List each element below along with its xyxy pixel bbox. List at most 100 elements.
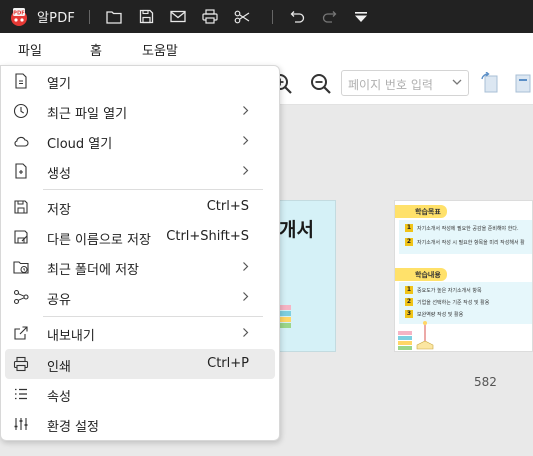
chevron-right-icon bbox=[243, 166, 249, 175]
menu-item-open-label: 열기 bbox=[47, 77, 71, 92]
page1-title: 개서 bbox=[279, 219, 314, 241]
titlebar-divider bbox=[89, 9, 91, 24]
save-as-icon bbox=[14, 230, 28, 244]
section2-item-2: 2 기업을 선택하는 기준 작성 및 활용 bbox=[405, 298, 490, 306]
menu-item-print[interactable]: 인쇄 Ctrl+P bbox=[5, 349, 275, 379]
titlebar-divider-2 bbox=[272, 9, 274, 24]
page-number-input[interactable]: 페이지 번호 입력 bbox=[341, 70, 469, 96]
list-icon bbox=[15, 388, 27, 400]
page-layout-icon bbox=[515, 74, 531, 93]
menu-item-preferences[interactable]: 환경 설정 bbox=[5, 409, 275, 439]
menu-item-create-label: 생성 bbox=[47, 167, 71, 182]
zoom-out-icon bbox=[311, 74, 331, 94]
redo-icon bbox=[322, 11, 337, 23]
mail-icon bbox=[170, 10, 186, 23]
menu-item-save[interactable]: 저장 Ctrl+S bbox=[5, 192, 275, 222]
chevron-right-icon bbox=[243, 106, 249, 115]
dropdown-triangle-icon bbox=[355, 11, 368, 22]
clock-icon bbox=[13, 103, 29, 119]
app-name: 알PDF bbox=[37, 11, 76, 26]
menu-item-properties-label: 속성 bbox=[47, 390, 71, 405]
menu-item-recent-files-label: 최근 파일 열기 bbox=[47, 107, 128, 122]
section1-item-1-text: 자기소개서 작성에 필요한 공감을 준비해야 한다. bbox=[417, 225, 519, 232]
menu-item-export[interactable]: 내보내기 bbox=[5, 318, 275, 348]
undo-icon bbox=[290, 11, 304, 23]
chevron-right-icon bbox=[243, 262, 249, 271]
section2-item-1: 1 중요도가 높은 자기소개서 항목 bbox=[405, 286, 482, 294]
zoom-out-button[interactable] bbox=[310, 73, 332, 99]
cloud-icon bbox=[14, 136, 29, 147]
redo-button[interactable] bbox=[320, 8, 338, 26]
menu-item-share[interactable]: 공유 bbox=[5, 282, 275, 312]
quick-save-button[interactable] bbox=[137, 8, 155, 26]
menu-item-share-label: 공유 bbox=[47, 293, 71, 308]
menu-item-export-label: 내보내기 bbox=[47, 329, 95, 344]
menu-item-save-label: 저장 bbox=[47, 203, 71, 218]
email-button[interactable] bbox=[169, 8, 187, 26]
menu-item-print-shortcut: Ctrl+P bbox=[207, 356, 249, 371]
folder-clock-icon bbox=[13, 261, 29, 274]
section1-item-2-text: 자기소개서 작성 시 필요한 항목을 미리 작성해서 활 bbox=[417, 239, 525, 246]
page-tool-button[interactable] bbox=[513, 72, 533, 94]
print-icon bbox=[13, 356, 29, 372]
menu-item-print-label: 인쇄 bbox=[47, 360, 71, 375]
menu-item-properties[interactable]: 속성 bbox=[5, 379, 275, 409]
menu-item-cloud-open[interactable]: Cloud 열기 bbox=[5, 126, 275, 156]
menu-item-save-shortcut: Ctrl+S bbox=[206, 199, 249, 214]
menu-item-cloud-open-label: Cloud 열기 bbox=[47, 137, 113, 152]
print-icon bbox=[202, 9, 218, 24]
menu-item-save-as-label: 다른 이름으로 저장 bbox=[47, 233, 151, 248]
open-folder-button[interactable] bbox=[105, 8, 123, 26]
menu-tab-home[interactable]: 홈 bbox=[90, 40, 102, 59]
save-icon bbox=[14, 200, 28, 214]
menu-item-save-as-shortcut: Ctrl+Shift+S bbox=[166, 229, 249, 244]
cut-button[interactable] bbox=[233, 8, 251, 26]
section2-item-3-text: 보완역량 작성 및 활용 bbox=[417, 311, 464, 318]
section2-title: 학습내용 bbox=[395, 268, 447, 281]
menu-divider-2 bbox=[43, 316, 263, 317]
section2-item-3: 3 보완역량 작성 및 활용 bbox=[405, 310, 464, 318]
chevron-right-icon bbox=[243, 328, 249, 337]
menu-item-save-as[interactable]: 다른 이름으로 저장 Ctrl+Shift+S bbox=[5, 222, 275, 252]
scissors-icon bbox=[234, 10, 250, 23]
save-icon bbox=[139, 9, 153, 24]
rotate-page-icon bbox=[481, 71, 498, 93]
quick-print-button[interactable] bbox=[201, 8, 219, 26]
menu-item-recent-files[interactable]: 최근 파일 열기 bbox=[5, 96, 275, 126]
menu-item-create[interactable]: 생성 bbox=[5, 156, 275, 186]
menu-item-preferences-label: 환경 설정 bbox=[47, 420, 99, 435]
sliders-icon bbox=[14, 418, 28, 430]
section1-title: 학습목표 bbox=[395, 205, 447, 218]
menu-divider-1 bbox=[43, 189, 263, 190]
menu-tab-file[interactable]: 파일 bbox=[18, 40, 42, 59]
chevron-down-icon bbox=[452, 79, 462, 85]
menu-bar: 파일 홈 도움말 bbox=[0, 33, 533, 63]
app-logo-icon: PDF bbox=[9, 7, 29, 27]
menu-item-save-recent-folder-label: 최근 폴더에 저장 bbox=[47, 263, 139, 278]
chevron-right-icon bbox=[243, 136, 249, 145]
share-icon bbox=[13, 289, 29, 305]
rotate-button[interactable] bbox=[480, 71, 500, 94]
menu-item-save-recent-folder[interactable]: 최근 폴더에 저장 bbox=[5, 252, 275, 282]
file-plus-icon bbox=[15, 163, 27, 179]
chevron-right-icon bbox=[243, 292, 249, 301]
page-number-placeholder: 페이지 번호 입력 bbox=[348, 78, 433, 92]
section2-item-2-text: 기업을 선택하는 기준 작성 및 활용 bbox=[417, 299, 490, 306]
menu-item-open[interactable]: 열기 bbox=[5, 66, 275, 96]
page-number-label: 582 bbox=[474, 375, 497, 389]
section1-title-text: 학습목표 bbox=[415, 208, 441, 216]
section1-item-1: 1 자기소개서 작성에 필요한 공감을 준비해야 한다. bbox=[405, 224, 519, 232]
page-thumbnail-2[interactable]: 학습목표 1 자기소개서 작성에 필요한 공감을 준비해야 한다. 2 자기소개서 … bbox=[394, 200, 533, 352]
file-menu-dropdown: 열기 최근 파일 열기 Cloud 열기 생성 저장 Ctrl+S 다른 이름으… bbox=[0, 65, 280, 441]
menu-tab-help[interactable]: 도움말 bbox=[142, 40, 178, 59]
folder-icon bbox=[106, 10, 122, 24]
export-icon bbox=[14, 326, 28, 340]
books-illustration-icon bbox=[398, 321, 434, 350]
quick-access-dropdown-button[interactable] bbox=[352, 8, 370, 26]
section2-title-text: 학습내용 bbox=[415, 271, 441, 279]
file-open-icon bbox=[15, 73, 27, 89]
undo-button[interactable] bbox=[288, 8, 306, 26]
section1-item-2: 2 자기소개서 작성 시 필요한 항목을 미리 작성해서 활 bbox=[405, 238, 525, 246]
title-bar: PDF 알PDF bbox=[0, 0, 533, 33]
section2-item-1-text: 중요도가 높은 자기소개서 항목 bbox=[417, 287, 482, 294]
